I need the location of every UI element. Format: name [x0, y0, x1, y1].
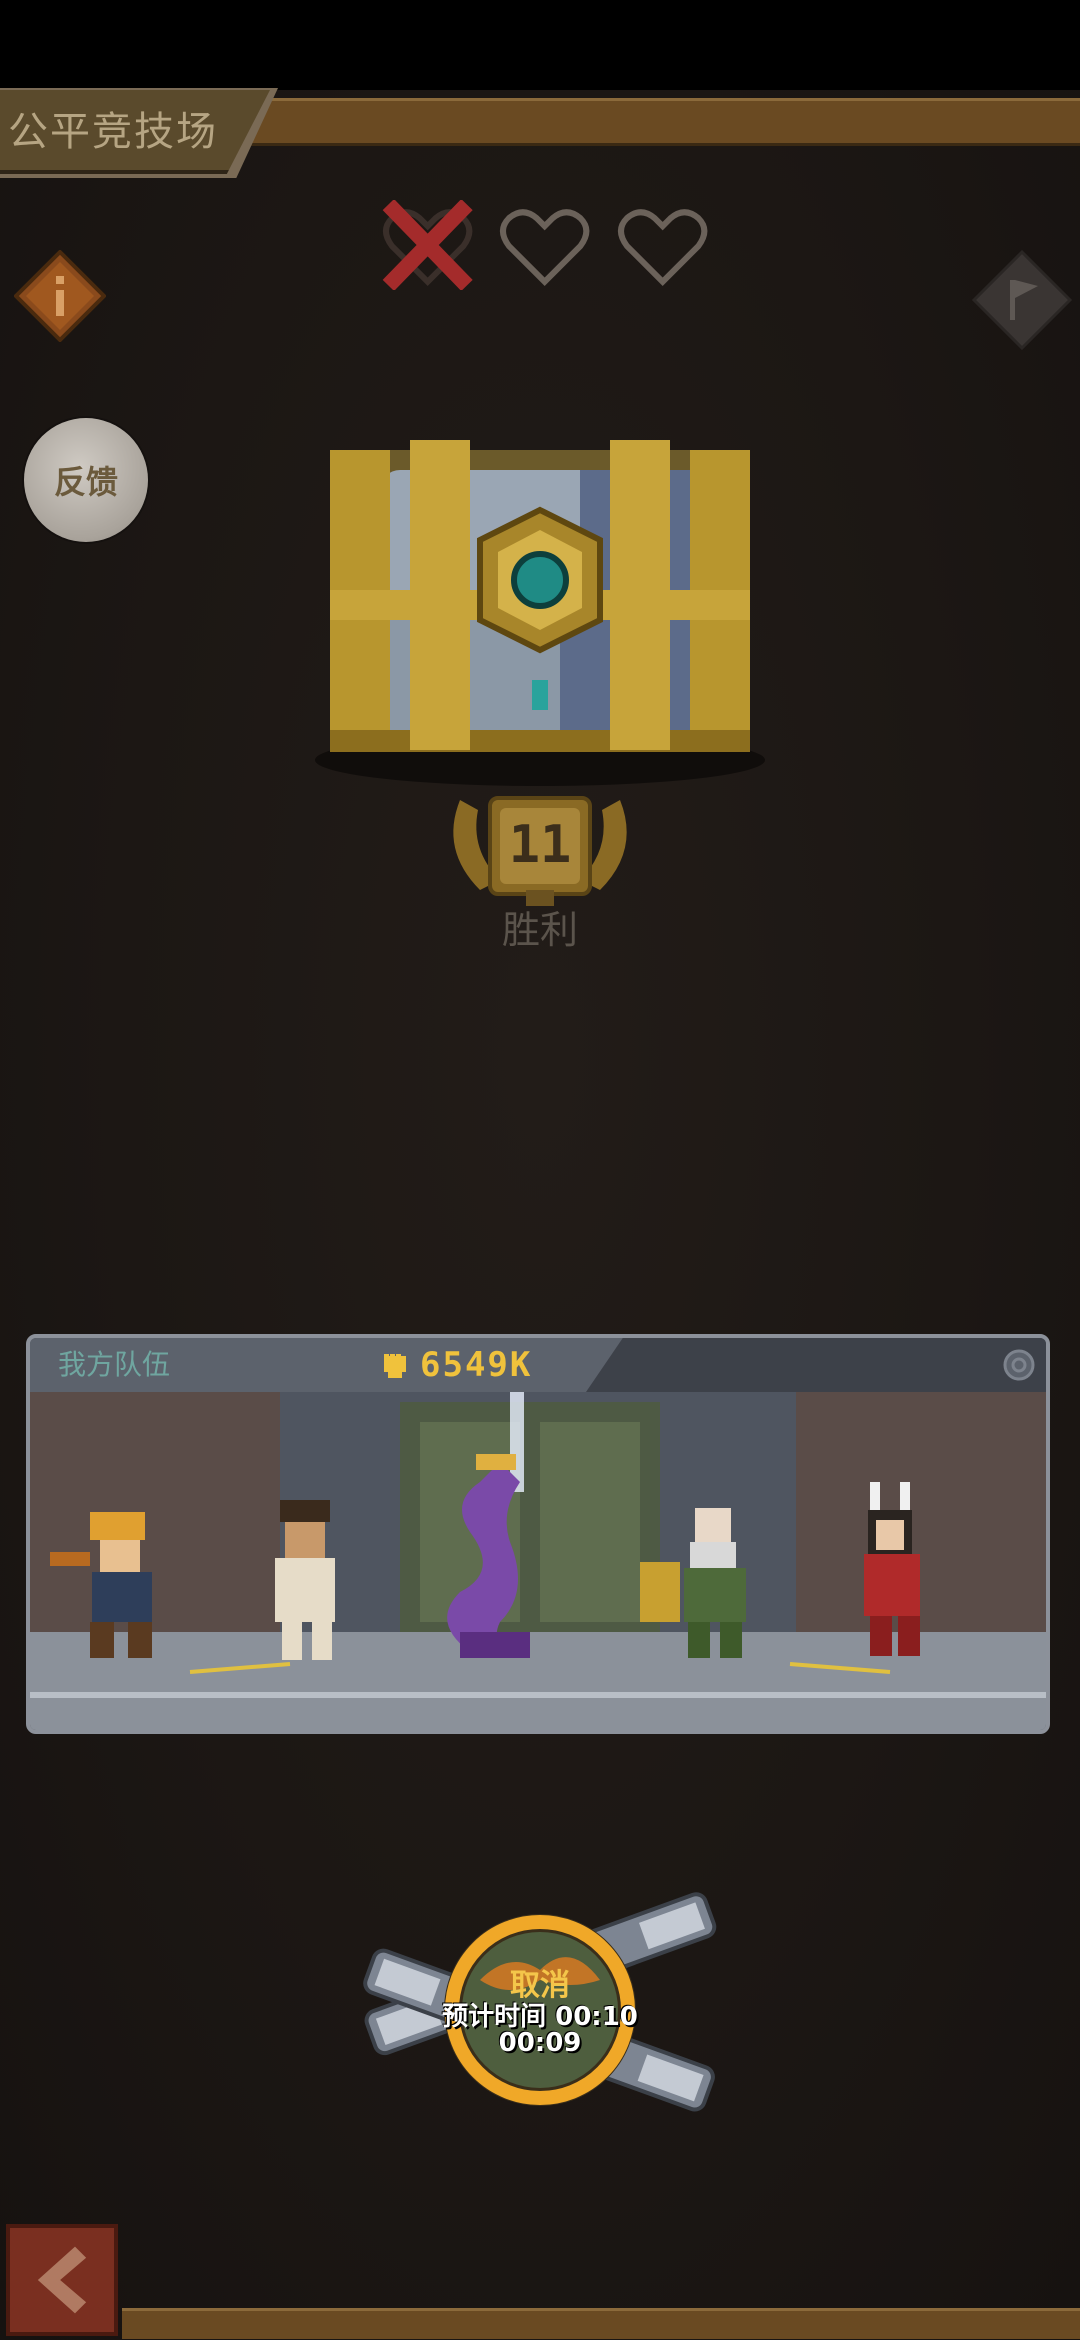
back-arrow-icon: [37, 2246, 87, 2314]
title-rail: [250, 98, 1080, 146]
info-icon[interactable]: [14, 250, 106, 342]
heart-outline-icon: [500, 209, 590, 286]
game-screen: 公平竞技场 反馈 11 胜利 我方队伍 6549K 取消 预计时间 00:10 …: [0, 0, 1080, 2340]
page-title: 公平竞技场: [8, 109, 218, 155]
team-power: 6549K: [420, 1345, 533, 1385]
team-header-accent: [586, 1338, 1046, 1392]
lives-indicator: [380, 200, 710, 290]
elapsed-time: 00:09: [498, 2028, 582, 2058]
status-bar-area: [0, 0, 1080, 90]
treasure-chest-icon: [315, 440, 765, 786]
settings-icon[interactable]: [1002, 1348, 1036, 1382]
feedback-label: 反馈: [53, 463, 118, 501]
feedback-button[interactable]: 反馈: [24, 418, 148, 542]
fist-icon: [384, 1354, 406, 1378]
wins-label: 胜利: [501, 908, 578, 952]
bottom-rail: [122, 2308, 1080, 2339]
team-lineup-scene: [30, 1392, 1046, 1730]
back-button[interactable]: [6, 2224, 118, 2336]
flag-icon[interactable]: [972, 250, 1072, 350]
heart-outline-icon: [617, 209, 707, 286]
x-mark-icon: [382, 200, 473, 290]
team-header: 我方队伍 6549K: [30, 1338, 1046, 1395]
team-panel: 我方队伍 6549K: [26, 1334, 1050, 1734]
team-label: 我方队伍: [58, 1348, 171, 1381]
wins-count: 11: [508, 815, 572, 875]
